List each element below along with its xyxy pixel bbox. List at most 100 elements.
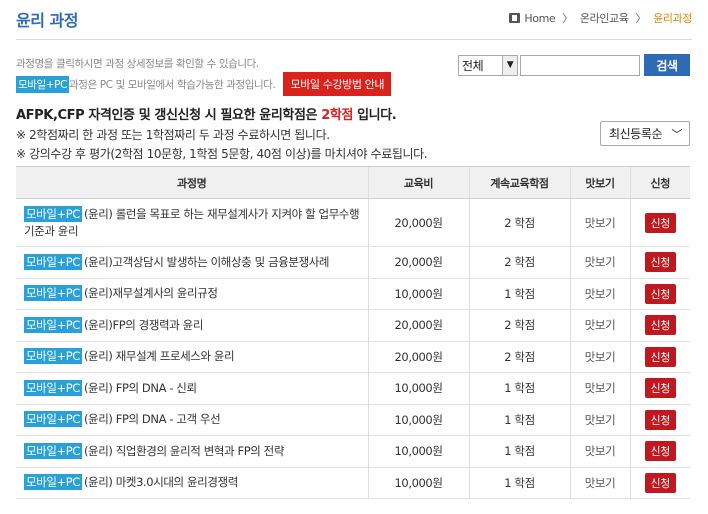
course-table: 과정명 교육비 계속교육학점 맛보기 신청 모바일+PC (윤리) 롤런을 목표로… xyxy=(16,166,690,499)
note-2: ※ 강의수강 후 평가(2학점 10문항, 1학점 5문항, 40점 이상)를 … xyxy=(16,147,428,161)
course-credit: 2 학점 xyxy=(468,341,570,373)
breadcrumb-online-education[interactable]: 온라인교육 xyxy=(580,10,629,26)
table-row: 모바일+PC (윤리) FP의 DNA - 고객 우선 10,000원 1 학점 맛보기… xyxy=(16,404,690,436)
search-input[interactable] xyxy=(520,54,640,76)
apply-button[interactable]: 신청 xyxy=(644,315,676,336)
course-title-cell[interactable]: 모바일+PC (윤리)FP의 경쟁력과 윤리 xyxy=(16,309,368,342)
course-credit: 1 학점 xyxy=(468,435,570,468)
mobile-pc-tag: 모바일+PC xyxy=(24,285,82,302)
search-button[interactable]: 검색 xyxy=(644,54,690,76)
mobile-pc-tag: 모바일+PC xyxy=(24,442,82,459)
course-fee: 20,000원 xyxy=(367,198,469,247)
search-category-value: 전체 xyxy=(462,58,484,73)
course-title-cell[interactable]: 모바일+PC (윤리) 직업환경의 윤리적 변혁과 FP의 전략 xyxy=(16,435,368,468)
search-category-select[interactable]: 전체 ▼ xyxy=(458,54,518,76)
mobile-pc-tag: 모바일+PC xyxy=(24,474,82,491)
home-icon[interactable] xyxy=(509,13,521,23)
course-fee: 10,000원 xyxy=(367,467,469,499)
note-1: ※ 2학점짜리 한 과정 또는 1학점짜리 두 과정 수료하시면 됩니다. xyxy=(16,128,330,142)
course-credit: 1 학점 xyxy=(468,404,570,436)
mobile-pc-tag: 모바일+PC xyxy=(24,316,82,333)
course-title[interactable]: (윤리) FP의 DNA - 고객 우선 xyxy=(84,412,221,426)
apply-button[interactable]: 신청 xyxy=(644,283,676,304)
table-row: 모바일+PC (윤리) 재무설계 프로세스와 윤리 20,000원 2 학점 맛보기 신청 xyxy=(16,341,690,373)
sort-select[interactable]: 최신등록순 ﹀ xyxy=(600,121,690,146)
search-bar: 전체 ▼ 검색 xyxy=(458,54,690,76)
mobile-pc-tag: 모바일+PC xyxy=(24,411,82,428)
mobile-pc-tag: 모바일+PC xyxy=(16,75,70,93)
course-title-cell[interactable]: 모바일+PC (윤리) 롤런을 목표로 하는 재무설계사가 지켜야 할 업무수행기… xyxy=(16,198,368,247)
course-title[interactable]: (윤리)고객상담시 발생하는 이해상충 및 금융분쟁사례 xyxy=(84,255,330,269)
course-title-cell[interactable]: 모바일+PC (윤리) 마켓3.0시대의 윤리경쟁력 xyxy=(16,467,368,499)
info-text-2: 과정은 PC 및 모바일에서 학습가능한 과정입니다. xyxy=(69,78,276,91)
apply-button[interactable]: 신청 xyxy=(644,441,676,462)
course-title[interactable]: (윤리) FP의 DNA - 신뢰 xyxy=(84,381,197,395)
table-row: 모바일+PC (윤리)재무설계사의 윤리규정 10,000원 1 학점 맛보기 신청 xyxy=(16,278,690,310)
table-row: 모바일+PC (윤리) 마켓3.0시대의 윤리경쟁력 10,000원 1 학점 맛보기 신… xyxy=(16,467,690,499)
header-course-name: 과정명 xyxy=(16,166,368,199)
course-title-cell[interactable]: 모바일+PC (윤리) 재무설계 프로세스와 윤리 xyxy=(16,341,368,373)
apply-button[interactable]: 신청 xyxy=(644,472,676,493)
apply-button[interactable]: 신청 xyxy=(644,252,676,273)
course-title[interactable]: (윤리)재무설계사의 윤리규정 xyxy=(84,286,218,300)
apply-button[interactable]: 신청 xyxy=(644,409,676,430)
course-fee: 10,000원 xyxy=(367,372,469,405)
mobile-pc-tag: 모바일+PC xyxy=(24,253,82,270)
apply-button[interactable]: 신청 xyxy=(644,212,676,233)
course-title[interactable]: (윤리) 마켓3.0시대의 윤리경쟁력 xyxy=(84,475,238,489)
info-text: 과정명을 클릭하시면 과정 상세정보를 확인할 수 있습니다. xyxy=(16,58,259,70)
course-title[interactable]: (윤리) 직업환경의 윤리적 변혁과 FP의 전략 xyxy=(84,444,284,458)
mobile-pc-tag: 모바일+PC xyxy=(24,379,82,396)
credit-notice: AFPK,CFP 자격인증 및 갱신신청 시 필요한 윤리학점은 2학점 입니다… xyxy=(16,104,397,123)
apply-button[interactable]: 신청 xyxy=(644,346,676,367)
course-fee: 10,000원 xyxy=(367,278,469,310)
course-fee: 20,000원 xyxy=(367,341,469,373)
course-credit: 1 학점 xyxy=(468,372,570,405)
table-row: 모바일+PC (윤리) 롤런을 목표로 하는 재무설계사가 지켜야 할 업무수행기… xyxy=(16,198,690,247)
chevron-right-icon: 〉 xyxy=(635,12,647,25)
course-title-cell[interactable]: 모바일+PC (윤리)고객상담시 발생하는 이해상충 및 금융분쟁사례 xyxy=(16,246,368,279)
chevron-right-icon: 〉 xyxy=(562,12,573,25)
course-fee: 10,000원 xyxy=(367,404,469,436)
preview-link[interactable]: 맛보기 xyxy=(585,255,616,269)
preview-link[interactable]: 맛보기 xyxy=(585,381,616,395)
course-title-cell[interactable]: 모바일+PC (윤리) FP의 DNA - 신뢰 xyxy=(16,372,368,405)
course-credit: 2 학점 xyxy=(468,309,570,342)
course-credit: 2 학점 xyxy=(468,198,570,247)
page-header: 윤리 과정 Home 〉 온라인교육 〉 윤리과정 xyxy=(16,0,692,40)
page-title: 윤리 과정 xyxy=(16,11,78,30)
header-credit: 계속교육학점 xyxy=(468,166,570,199)
table-row: 모바일+PC (윤리)고객상담시 발생하는 이해상충 및 금융분쟁사례 20,000… xyxy=(16,246,690,279)
course-title[interactable]: (윤리)FP의 경쟁력과 윤리 xyxy=(84,318,203,332)
mobile-pc-tag: 모바일+PC xyxy=(24,348,82,365)
preview-link[interactable]: 맛보기 xyxy=(585,444,616,458)
table-row: 모바일+PC (윤리)FP의 경쟁력과 윤리 20,000원 2 학점 맛보기 신청 xyxy=(16,309,690,342)
course-title-cell[interactable]: 모바일+PC (윤리) FP의 DNA - 고객 우선 xyxy=(16,404,368,436)
preview-link[interactable]: 맛보기 xyxy=(585,216,616,230)
course-title[interactable]: (윤리) 재무설계 프로세스와 윤리 xyxy=(84,349,235,363)
preview-link[interactable]: 맛보기 xyxy=(585,476,616,490)
sort-value: 최신등록순 xyxy=(609,127,663,141)
chevron-down-icon: ▼ xyxy=(502,55,517,75)
header-apply: 신청 xyxy=(629,166,690,199)
course-credit: 1 학점 xyxy=(468,467,570,499)
course-title-cell[interactable]: 모바일+PC (윤리)재무설계사의 윤리규정 xyxy=(16,278,368,310)
course-fee: 10,000원 xyxy=(367,435,469,468)
table-row: 모바일+PC (윤리) FP의 DNA - 신뢰 10,000원 1 학점 맛보기 신청 xyxy=(16,372,690,405)
course-credit: 2 학점 xyxy=(468,246,570,279)
chevron-down-icon: ﹀ xyxy=(671,128,682,141)
breadcrumb-home[interactable]: Home xyxy=(524,12,555,25)
apply-button[interactable]: 신청 xyxy=(644,378,676,399)
header-fee: 교육비 xyxy=(367,166,469,199)
preview-link[interactable]: 맛보기 xyxy=(585,318,616,332)
info-line2: 모바일+PC 과정은 PC 및 모바일에서 학습가능한 과정입니다. 모바일 수… xyxy=(16,72,392,96)
preview-link[interactable]: 맛보기 xyxy=(585,350,616,364)
course-fee: 20,000원 xyxy=(367,309,469,342)
breadcrumb: Home 〉 온라인교육 〉 윤리과정 xyxy=(509,10,692,26)
table-row: 모바일+PC (윤리) 직업환경의 윤리적 변혁과 FP의 전략 10,000원 1 … xyxy=(16,435,690,468)
notice-prefix: AFPK,CFP 자격인증 및 갱신신청 시 필요한 윤리학점은 xyxy=(16,108,322,123)
preview-link[interactable]: 맛보기 xyxy=(585,413,616,427)
preview-link[interactable]: 맛보기 xyxy=(585,287,616,301)
mobile-guide-button[interactable]: 모바일 수강방법 안내 xyxy=(283,72,392,96)
mobile-pc-tag: 모바일+PC xyxy=(24,205,82,222)
